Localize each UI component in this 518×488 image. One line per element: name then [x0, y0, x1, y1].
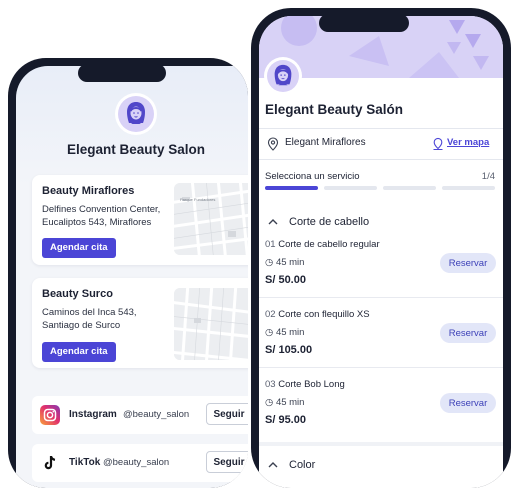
- progress-step-4: [442, 186, 495, 190]
- social-handle: @beauty_salon: [103, 457, 170, 468]
- social-row-instagram: Instagram @beauty_salon Seguir: [32, 396, 248, 434]
- service-title: Corte con flequillo XS: [278, 309, 370, 320]
- service-title: Corte Bob Long: [278, 379, 345, 390]
- map-place-label: Parque Fundadores: [180, 197, 216, 202]
- service-number: 03: [265, 379, 276, 390]
- follow-button[interactable]: Seguir: [206, 451, 248, 473]
- service-duration: ◷ 45 min: [265, 397, 304, 408]
- location-card-miraflores: Beauty Miraflores Delfines Convention Ce…: [32, 175, 248, 265]
- location-pin-icon: [267, 137, 279, 151]
- service-name: 03 Corte Bob Long: [265, 379, 345, 390]
- service-price: S/ 105.00: [265, 344, 313, 356]
- step-counter: 1/4: [481, 171, 495, 182]
- map-pin-icon: [433, 137, 443, 150]
- location-card-surco: Beauty Surco Caminos del Inca 543, Santi…: [32, 278, 248, 368]
- phone-booking: Elegant Beauty Salón Elegant Miraflores …: [251, 8, 511, 488]
- section-separator: [259, 442, 503, 446]
- location-map[interactable]: [174, 288, 248, 360]
- location-title: Beauty Miraflores: [42, 185, 135, 197]
- location-title: Beauty Surco: [42, 288, 113, 300]
- phone-notch: [78, 64, 166, 82]
- service-name: 02 Corte con flequillo XS: [265, 309, 370, 320]
- social-name: Instagram: [69, 409, 117, 420]
- book-appointment-button[interactable]: Agendar cita: [42, 238, 116, 258]
- reserve-button[interactable]: Reservar: [440, 323, 496, 343]
- location-address: Delfines Convention Center, Eucaliptos 5…: [42, 204, 161, 228]
- map-thumbnail-icon: [174, 288, 248, 360]
- location-address: Caminos del Inca 543, Santiago de Surco: [42, 307, 137, 331]
- service-number: 02: [265, 309, 276, 320]
- social-name: TikTok: [69, 457, 101, 468]
- salon-name: Elegant Beauty Salon: [66, 142, 206, 157]
- service-price: S/ 50.00: [265, 274, 306, 286]
- follow-button[interactable]: Seguir: [206, 403, 248, 425]
- reserve-button[interactable]: Reservar: [440, 393, 496, 413]
- booking-screen: Elegant Beauty Salón Elegant Miraflores …: [259, 16, 503, 488]
- clock-icon: ◷: [265, 327, 274, 338]
- instagram-icon: [40, 405, 60, 425]
- phone-notch: [319, 14, 409, 32]
- progress-step-2: [324, 186, 377, 190]
- salon-avatar: [267, 60, 299, 92]
- service-price: S/ 95.00: [265, 414, 306, 426]
- tiktok-icon: [40, 453, 60, 473]
- salon-name: Elegant Beauty Salón: [265, 102, 404, 117]
- view-map-label[interactable]: Ver mapa: [447, 137, 489, 148]
- book-appointment-button[interactable]: Agendar cita: [42, 342, 116, 362]
- duration-text: 45 min: [275, 257, 305, 268]
- service-title: Corte de cabello regular: [278, 239, 380, 250]
- location-map[interactable]: Parque Fundadores: [174, 183, 248, 255]
- divider: [259, 367, 503, 368]
- category-header-color[interactable]: Color: [267, 458, 487, 474]
- clock-icon: ◷: [265, 397, 274, 408]
- phone-profile: Elegant Beauty Salon Beauty Miraflores D…: [8, 58, 248, 488]
- service-name: 01 Corte de cabello regular: [265, 239, 380, 250]
- progress-step-3: [383, 186, 436, 190]
- salon-avatar: [118, 96, 154, 132]
- service-duration: ◷ 45 min: [265, 257, 304, 268]
- duration-text: 45 min: [275, 397, 305, 408]
- social-handle: @beauty_salon: [123, 409, 190, 420]
- reserve-button[interactable]: Reservar: [440, 253, 496, 273]
- duration-text: 45 min: [275, 327, 305, 338]
- map-thumbnail-icon: [174, 183, 248, 255]
- location-row: Elegant Miraflores Ver mapa: [259, 128, 503, 160]
- progress-step-1-active: [265, 186, 318, 190]
- category-title: Corte de cabello: [289, 216, 370, 228]
- category-title: Color: [289, 459, 316, 471]
- category-header-haircut[interactable]: Corte de cabello: [267, 215, 487, 231]
- woman-face-icon: [274, 64, 292, 86]
- chevron-up-icon: [268, 219, 278, 225]
- profile-screen: Elegant Beauty Salon Beauty Miraflores D…: [16, 66, 248, 488]
- location-name: Elegant Miraflores: [285, 137, 366, 148]
- service-duration: ◷ 45 min: [265, 327, 304, 338]
- divider: [259, 297, 503, 298]
- woman-face-icon: [127, 102, 145, 124]
- clock-icon: ◷: [265, 257, 274, 268]
- chevron-up-icon: [268, 462, 278, 468]
- social-row-tiktok: TikTok @beauty_salon Seguir: [32, 444, 248, 482]
- service-number: 01: [265, 239, 276, 250]
- step-label: Selecciona un servicio: [265, 171, 360, 182]
